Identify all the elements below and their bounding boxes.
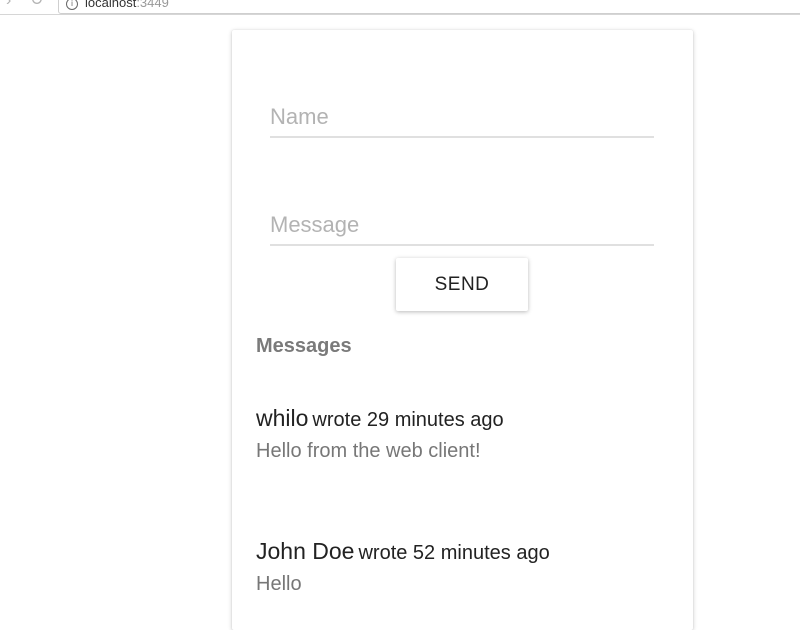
- info-icon[interactable]: i: [66, 0, 78, 10]
- message-header: whilo wrote 29 minutes ago: [256, 405, 676, 432]
- message-body: Hello: [256, 573, 302, 595]
- url-text: localhost:3449: [85, 0, 169, 10]
- browser-toolbar: › ↻ i localhost:3449: [0, 0, 800, 15]
- url-port: :3449: [136, 0, 169, 10]
- name-field: [270, 96, 654, 138]
- chevron-right-icon[interactable]: ›: [6, 0, 11, 9]
- message-author: John Doe: [256, 538, 355, 564]
- name-input[interactable]: [270, 104, 654, 130]
- message-meta: wrote 29 minutes ago: [312, 409, 504, 431]
- chat-card: SEND Messages whilowrote 29 minutes ago …: [232, 30, 693, 630]
- address-bar[interactable]: i localhost:3449: [58, 0, 800, 14]
- message-input[interactable]: [270, 212, 654, 238]
- message-item: John Doe wrote 52 minutes ago Hello: [256, 538, 676, 596]
- message-item: whilo wrote 29 minutes ago Hello from the…: [256, 405, 676, 463]
- reload-icon[interactable]: ↻: [30, 0, 43, 9]
- send-button[interactable]: SEND: [396, 258, 528, 311]
- message-meta: wrote 52 minutes ago: [358, 542, 550, 564]
- message-header: John Doe wrote 52 minutes ago: [256, 538, 676, 565]
- message-body: Hello from the web client!: [256, 440, 481, 462]
- messages-heading: Messages: [256, 335, 352, 357]
- url-host: localhost: [85, 0, 137, 10]
- message-author: whilo: [256, 405, 309, 431]
- message-field: [270, 204, 654, 246]
